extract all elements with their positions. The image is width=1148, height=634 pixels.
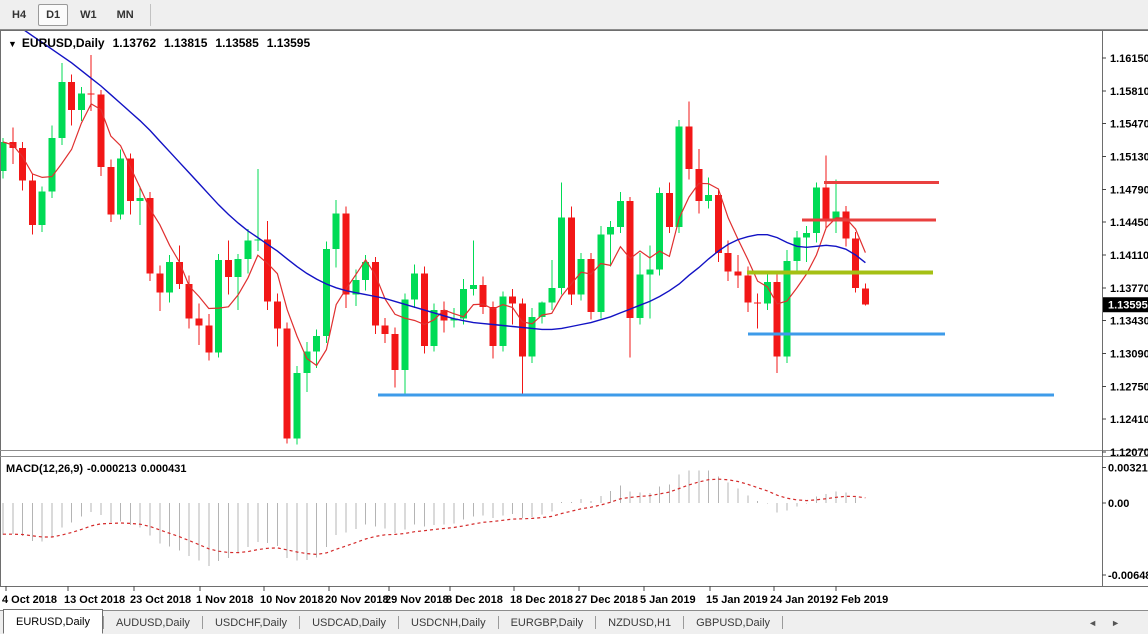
date-tick-label: 29 Nov 2018 [385,594,449,606]
chart-tab-eurusd[interactable]: EURUSD,Daily [3,609,103,634]
macd-tick-label: 0.00 [1108,498,1129,510]
current-price-badge: 1.13595 [1103,297,1148,312]
chart-tab-usdcnh[interactable]: USDCNH,Daily [399,612,498,634]
date-tick-label: 18 Dec 2018 [510,594,573,606]
date-tick-label: 5 Jan 2019 [640,594,696,606]
timeframe-toolbar: H4D1W1MN [0,0,1148,30]
tab-separator [782,616,783,629]
toolbar-separator [150,4,151,26]
price-tick-label: 1.15470 [1110,119,1148,131]
macd-signal-value: 0.000431 [141,463,187,475]
chart-tab-usdchf[interactable]: USDCHF,Daily [203,612,299,634]
price-tick-label: 1.15810 [1110,86,1148,98]
ohlc-low: 1.13585 [215,36,258,50]
macd-main-value: -0.000213 [87,463,137,475]
chart-dropdown-icon[interactable]: ▼ [8,39,17,49]
price-tick-label: 1.14790 [1110,184,1148,196]
date-tick-label: 23 Oct 2018 [130,594,191,606]
chart-title: ▼ EURUSD,Daily 1.13762 1.13815 1.13585 1.1359… [8,36,310,50]
price-tick-label: 1.12410 [1110,414,1148,426]
chart-tab-gbpusd[interactable]: GBPUSD,Daily [684,612,782,634]
date-tick-label: 2 Feb 2019 [832,594,888,606]
chart-tab-eurgbp[interactable]: EURGBP,Daily [499,612,596,634]
svg-text:1.13595: 1.13595 [1108,300,1148,312]
chart-window[interactable]: 1.16150 1.15810 1.15470 1.15130 1.14790 1.144… [0,30,1148,608]
price-tick-label: 1.15130 [1110,152,1148,164]
tabs-scroll-left-icon[interactable]: ◄ [1088,618,1111,628]
date-tick-label: 13 Oct 2018 [64,594,125,606]
ohlc-open: 1.13762 [113,36,156,50]
ohlc-high: 1.13815 [164,36,207,50]
chart-tab-nzdusd[interactable]: NZDUSD,H1 [596,612,683,634]
price-tick-label: 1.12070 [1110,447,1148,459]
price-tick-label: 1.14450 [1110,217,1148,229]
chart-canvas[interactable]: 1.16150 1.15810 1.15470 1.15130 1.14790 1.144… [0,30,1148,608]
macd-indicator-label: MACD(12,26,9) -0.000213 0.000431 [6,463,190,475]
pane-borders [0,30,1148,587]
tabs-scroll-right-icon[interactable]: ► [1111,618,1134,628]
chart-symbol-label: EURUSD,Daily [22,36,105,50]
price-tick-label: 1.13770 [1110,283,1148,295]
date-tick-label: 4 Oct 2018 [2,594,57,606]
price-tick-label: 1.12750 [1110,381,1148,393]
date-axis: 4 Oct 2018 13 Oct 2018 23 Oct 2018 1 Nov 20… [2,586,888,606]
date-tick-label: 20 Nov 2018 [325,594,389,606]
price-tick-label: 1.13090 [1110,349,1148,361]
price-axis: 1.16150 1.15810 1.15470 1.15130 1.14790 1.144… [1102,53,1148,582]
timeframe-button-d1[interactable]: D1 [38,4,68,26]
timeframe-button-h4[interactable]: H4 [4,4,34,26]
timeframe-button-w1[interactable]: W1 [72,4,105,26]
price-tick-label: 1.13430 [1110,316,1148,328]
date-tick-label: 24 Jan 2019 [770,594,832,606]
ohlc-close: 1.13595 [267,36,310,50]
date-tick-label: 27 Dec 2018 [575,594,638,606]
price-pane [0,30,869,444]
macd-tick-label: 0.003216 [1108,462,1148,474]
date-tick-label: 8 Dec 2018 [446,594,503,606]
macd-histogram [3,470,865,565]
chart-tab-audusd[interactable]: AUDUSD,Daily [104,612,202,634]
chart-tabs-bar: EURUSD,DailyAUDUSD,DailyUSDCHF,DailyUSDC… [0,610,1148,634]
macd-tick-label: -0.006485 [1108,570,1148,582]
date-tick-label: 15 Jan 2019 [706,594,768,606]
date-tick-label: 10 Nov 2018 [260,594,324,606]
macd-name: MACD(12,26,9) [6,463,83,475]
price-tick-label: 1.16150 [1110,53,1148,65]
timeframe-button-mn[interactable]: MN [109,4,142,26]
candles-series [0,55,869,444]
price-tick-label: 1.14110 [1110,250,1148,262]
chart-tab-usdcad[interactable]: USDCAD,Daily [300,612,398,634]
date-tick-label: 1 Nov 2018 [196,594,253,606]
